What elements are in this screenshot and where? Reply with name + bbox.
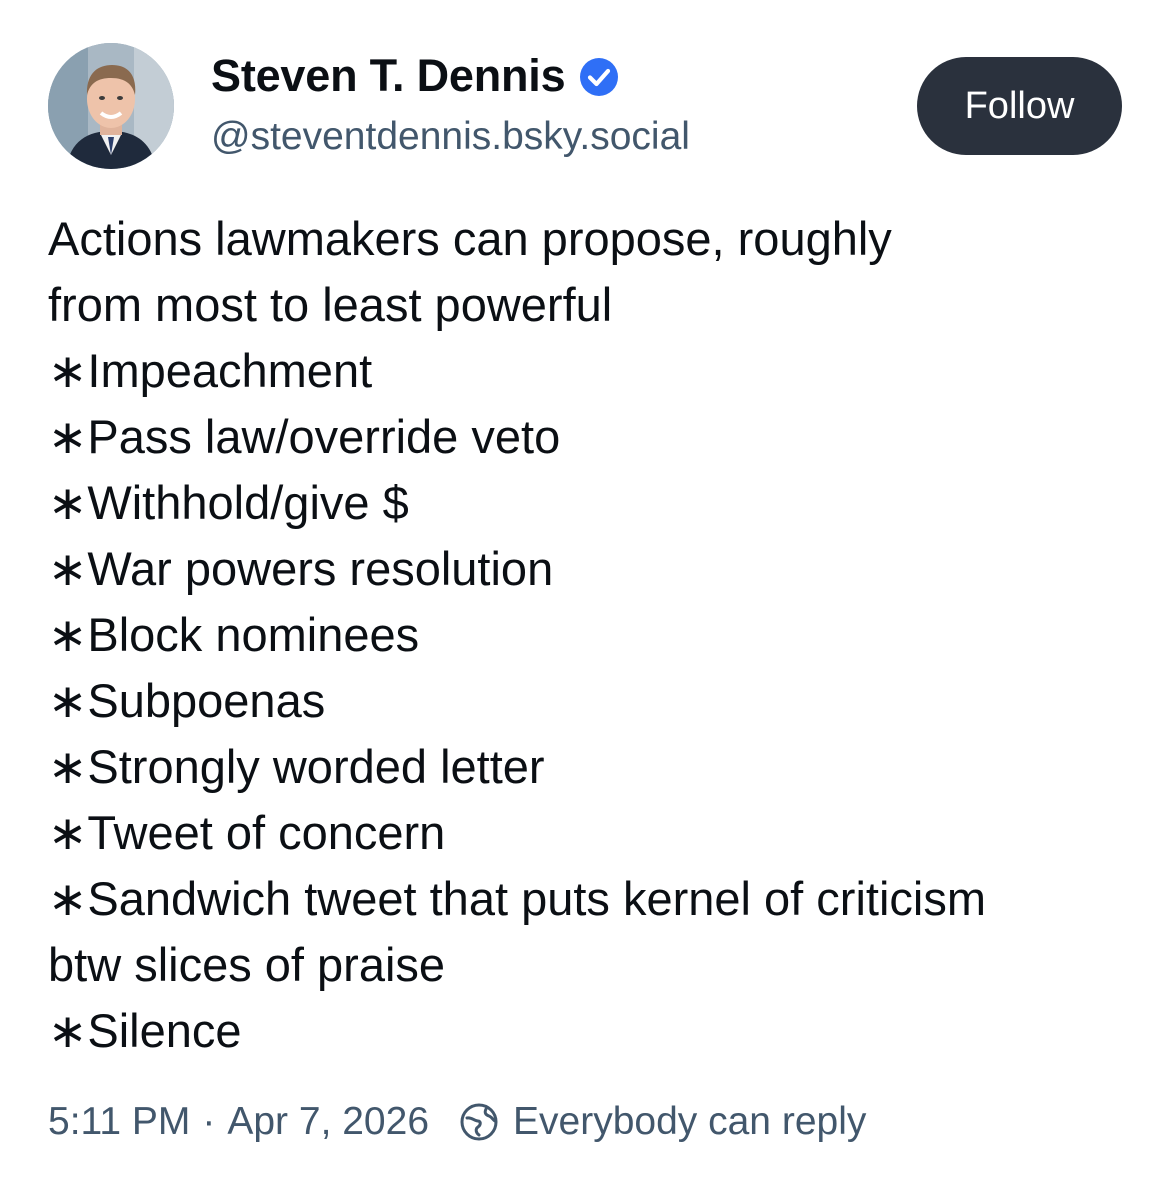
globe-reply-icon	[459, 1102, 499, 1142]
post-line: ∗Strongly worded letter	[48, 740, 545, 793]
post-line: ∗Impeachment	[48, 344, 373, 397]
post-line: ∗Withhold/give $	[48, 476, 409, 529]
author-name-text: Steven T. Dennis	[211, 50, 566, 101]
post-line: ∗Pass law/override veto	[48, 410, 561, 463]
post-line: Actions lawmakers can propose, roughly	[48, 212, 892, 265]
post-date: Apr 7, 2026	[227, 1100, 430, 1143]
reply-setting[interactable]: Everybody can reply	[513, 1096, 866, 1148]
post-line: ∗Tweet of concern	[48, 806, 446, 859]
follow-button[interactable]: Follow	[917, 57, 1122, 155]
verified-badge-icon[interactable]	[579, 56, 619, 96]
author-handle[interactable]: @steventdennis.bsky.social	[211, 113, 690, 161]
post-line: ∗Subpoenas	[48, 674, 326, 727]
post-line: ∗Silence	[48, 1004, 242, 1057]
post-time: 5:11 PM	[48, 1100, 191, 1143]
avatar-image	[48, 43, 174, 169]
post-line: ∗War powers resolution	[48, 542, 554, 595]
avatar[interactable]	[48, 43, 174, 169]
post-text: Actions lawmakers can propose, roughly f…	[48, 206, 1148, 1064]
author-display-name[interactable]: Steven T. Dennis	[211, 50, 619, 102]
post-line: ∗Sandwich tweet that puts kernel of crit…	[48, 872, 986, 925]
post-line: btw slices of praise	[48, 938, 446, 991]
meta-separator: ·	[202, 1100, 216, 1143]
post: Steven T. Dennis @steventdennis.bsky.soc…	[0, 0, 1170, 1177]
post-meta: 5:11 PM · Apr 7, 2026 Everybody can repl…	[48, 1096, 866, 1148]
post-line: from most to least powerful	[48, 278, 613, 331]
post-line: ∗Block nominees	[48, 608, 420, 661]
